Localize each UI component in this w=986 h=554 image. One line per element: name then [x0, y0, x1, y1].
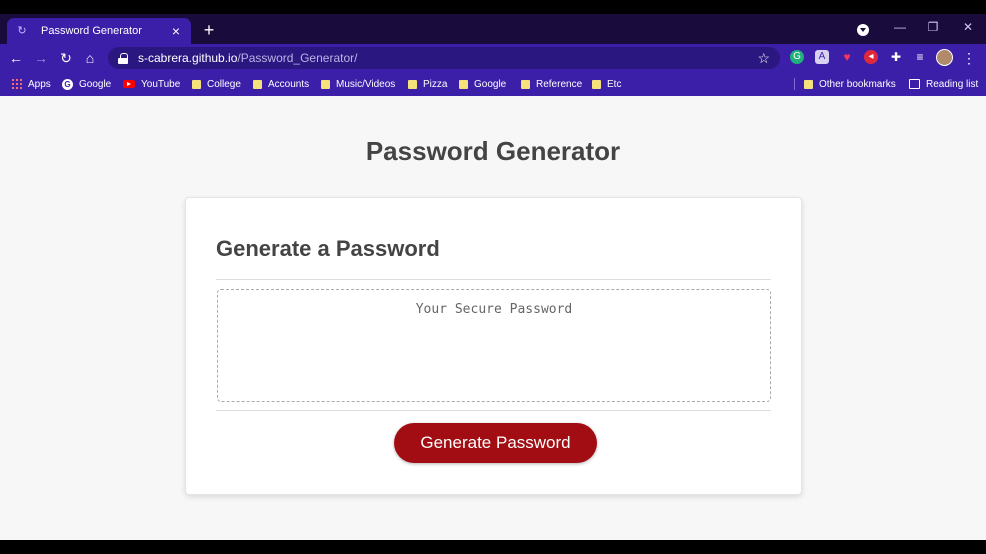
bookmark-google[interactable]: G Google: [62, 76, 111, 92]
bookmark-label: Reference: [536, 78, 583, 90]
bookmark-etc[interactable]: Etc: [592, 76, 621, 92]
home-icon[interactable]: ⌂: [82, 49, 98, 67]
generate-password-button[interactable]: Generate Password: [394, 423, 597, 463]
bookmark-apps[interactable]: Apps: [12, 76, 51, 92]
bookmark-pizza[interactable]: Pizza: [408, 76, 447, 92]
other-bookmarks[interactable]: Other bookmarks: [804, 76, 896, 92]
bookmark-label: Apps: [28, 78, 51, 90]
tab-search-icon[interactable]: [857, 24, 869, 36]
translate-extension-icon[interactable]: A: [815, 50, 829, 64]
minimize-icon[interactable]: —: [893, 20, 907, 34]
reading-list[interactable]: Reading list: [909, 76, 978, 92]
bookmark-label: Music/Videos: [336, 78, 396, 90]
folder-icon: [804, 79, 813, 89]
folder-icon: [321, 79, 330, 89]
grammarly-extension-icon[interactable]: G: [790, 50, 804, 64]
reading-list-label: Reading list: [926, 78, 979, 90]
header-divider: [216, 279, 771, 280]
lock-icon[interactable]: [118, 52, 128, 64]
folder-icon: [408, 79, 417, 89]
new-tab-icon[interactable]: +: [200, 19, 218, 41]
extensions-puzzle-icon[interactable]: ✚: [889, 50, 903, 64]
page-content: Password Generator Generate a Password G…: [0, 96, 986, 540]
password-textarea[interactable]: [217, 289, 771, 402]
back-icon[interactable]: ←: [8, 49, 24, 67]
browser-menu-icon[interactable]: ⋮: [962, 49, 976, 67]
folder-icon: [592, 79, 601, 89]
bookmark-label: College: [207, 78, 241, 90]
bookmark-label: Google: [474, 78, 507, 90]
bookmark-label: Google: [79, 78, 112, 90]
folder-icon: [521, 79, 530, 89]
window-close-icon[interactable]: ✕: [961, 20, 975, 34]
url-path: /Password_Generator/: [237, 51, 358, 65]
page-title: Password Generator: [365, 136, 621, 166]
tab-password-generator[interactable]: ↻ Password Generator ×: [7, 18, 191, 44]
folder-icon: [459, 79, 468, 89]
pocket-extension-icon[interactable]: ♥: [840, 50, 854, 64]
password-card: Generate a Password Generate Password: [185, 197, 802, 495]
bookmark-label: Etc: [607, 78, 622, 90]
other-bookmarks-label: Other bookmarks: [819, 78, 896, 90]
folder-icon: [253, 79, 262, 89]
reading-list-icon: [909, 79, 920, 89]
tab-favicon-icon: ↻: [17, 25, 27, 37]
bookmark-label: Pizza: [423, 78, 448, 90]
bookmark-reference[interactable]: Reference: [521, 76, 582, 92]
forward-icon[interactable]: →: [33, 49, 49, 67]
media-queue-icon[interactable]: ≡: [913, 50, 927, 64]
apps-icon: [12, 79, 22, 89]
bookmark-google-folder[interactable]: Google: [459, 76, 506, 92]
restore-icon[interactable]: ❐: [926, 20, 940, 34]
folder-icon: [192, 79, 201, 89]
url-host: s-cabrera.github.io: [138, 51, 238, 65]
bookmark-college[interactable]: College: [192, 76, 241, 92]
bookmark-music-videos[interactable]: Music/Videos: [321, 76, 395, 92]
bookmark-star-icon[interactable]: ☆: [757, 50, 770, 67]
card-header: Generate a Password: [216, 236, 440, 261]
youtube-icon: [123, 80, 135, 88]
address-bar[interactable]: s-cabrera.github.io /Password_Generator/…: [108, 47, 780, 69]
tab-title: Password Generator: [41, 25, 142, 37]
bookmark-accounts[interactable]: Accounts: [253, 76, 309, 92]
red-extension-icon[interactable]: ◂: [864, 50, 878, 64]
reload-icon[interactable]: ↻: [58, 49, 74, 67]
footer-divider: [216, 410, 771, 411]
screen-top-border: [0, 0, 986, 14]
tab-close-icon[interactable]: ×: [169, 23, 183, 39]
google-icon: G: [62, 78, 73, 90]
screen-bottom-border: [0, 540, 986, 554]
bookmarks-bar: Apps G Google YouTube College Accounts M…: [0, 72, 986, 96]
bookmark-youtube[interactable]: YouTube: [123, 76, 180, 92]
bookmark-label: Accounts: [268, 78, 310, 90]
browser-toolbar: ← → ↻ ⌂ s-cabrera.github.io /Password_Ge…: [0, 44, 986, 72]
tab-strip: ↻ Password Generator × + — ❐ ✕: [0, 14, 986, 44]
profile-avatar[interactable]: [936, 49, 953, 66]
bookmark-label: YouTube: [141, 78, 181, 90]
bookmarks-separator: [794, 78, 795, 90]
